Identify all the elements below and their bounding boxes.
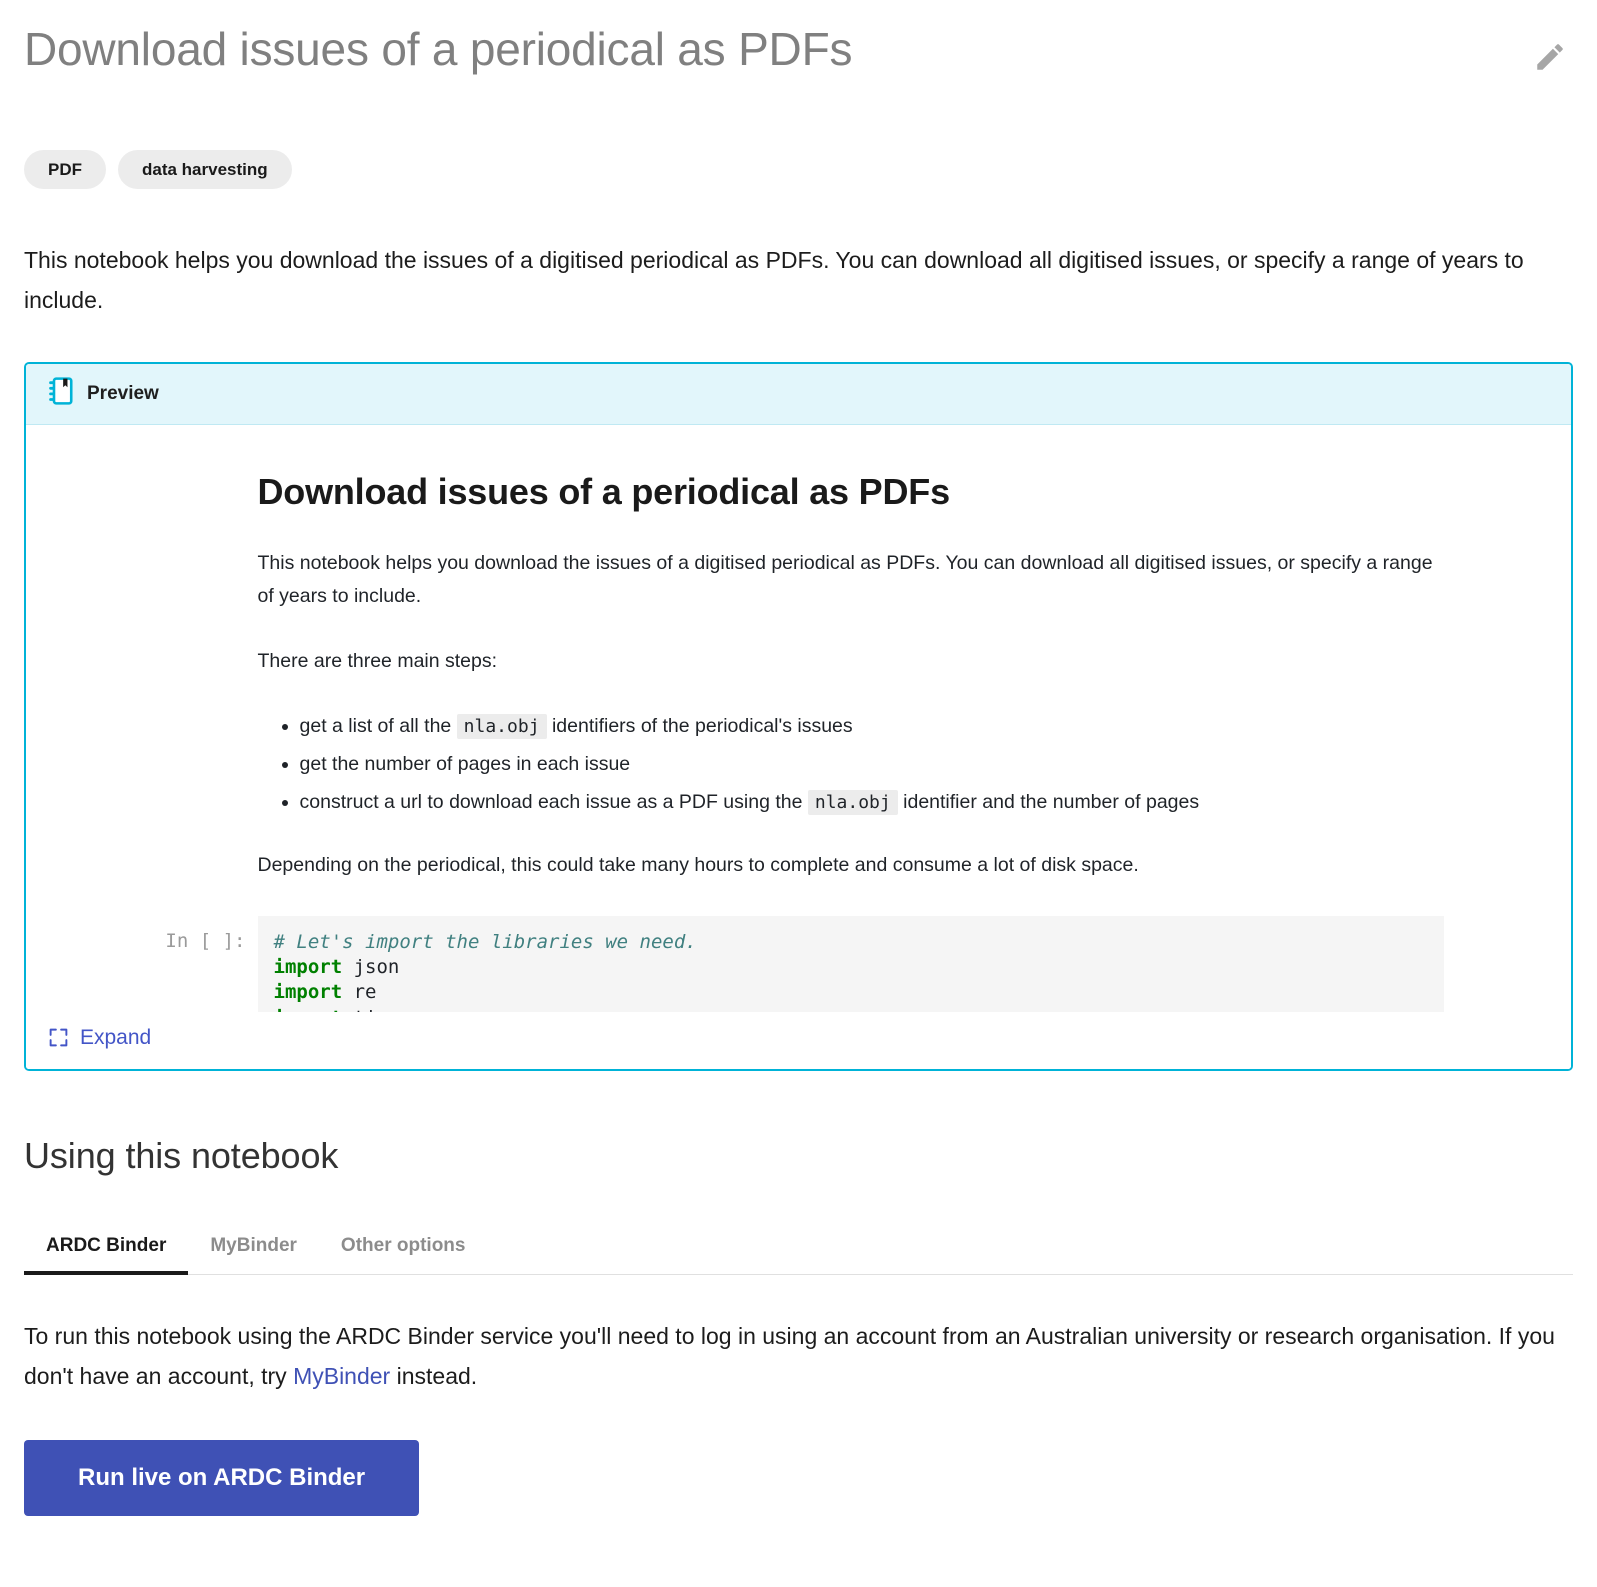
expand-button[interactable]: Expand: [48, 1026, 151, 1050]
notebook-paragraph-1: This notebook helps you download the iss…: [257, 552, 1433, 608]
tag-pdf[interactable]: PDF: [24, 150, 106, 190]
step-text-before: get a list of all the: [299, 714, 457, 737]
expand-label: Expand: [80, 1025, 152, 1049]
preview-header: Preview: [26, 364, 1571, 426]
inline-code: nla.obj: [807, 789, 898, 815]
tag-data-harvesting[interactable]: data harvesting: [118, 150, 292, 190]
section-title-using-notebook: Using this notebook: [24, 1135, 339, 1177]
expand-bar: Expand: [26, 1011, 1571, 1070]
edit-button[interactable]: [1533, 40, 1567, 74]
tab-text-before-link: To run this notebook using the ARDC Bind…: [24, 1323, 1555, 1389]
step-text-before: get the number of pages in each issue: [299, 752, 631, 775]
tag-list: PDF data harvesting: [24, 150, 1573, 190]
pencil-edit-icon: [1533, 40, 1567, 74]
mybinder-link[interactable]: MyBinder: [293, 1363, 390, 1389]
notebook-paragraph-2: There are three main steps:: [257, 649, 498, 672]
step-text-before: construct a url to download each issue a…: [299, 790, 808, 813]
list-item: get the number of pages in each issue: [300, 748, 1444, 781]
tab-text-after-link: instead.: [390, 1362, 478, 1389]
preview-body: Download issues of a periodical as PDFs …: [26, 425, 1571, 1070]
expand-arrows-icon: [48, 1027, 69, 1048]
notebook-steps-list: get a list of all the nla.obj identifier…: [258, 710, 1444, 819]
notebook-content: Download issues of a periodical as PDFs …: [154, 471, 1444, 1070]
list-item: construct a url to download each issue a…: [300, 786, 1444, 819]
step-text-after: identifiers of the periodical's issues: [546, 714, 853, 737]
run-live-on-ardc-binder-button[interactable]: Run live on ARDC Binder: [24, 1440, 420, 1517]
preview-card: Preview Download issues of a periodical …: [24, 362, 1573, 1072]
notebook-icon: [48, 377, 74, 410]
inline-code: nla.obj: [456, 713, 547, 739]
notebook-heading: Download issues of a periodical as PDFs: [257, 471, 951, 513]
step-text-after: identifier and the number of pages: [897, 790, 1200, 813]
page-root: Download issues of a periodical as PDFs …: [0, 0, 1597, 1517]
tab-list: ARDC Binder MyBinder Other options: [24, 1225, 1573, 1276]
code-cell-prompt: In [ ]:: [165, 929, 246, 952]
tab-ardc-binder[interactable]: ARDC Binder: [24, 1225, 189, 1276]
page-title: Download issues of a periodical as PDFs: [24, 23, 853, 75]
notebook-paragraph-3: Depending on the periodical, this could …: [257, 854, 1139, 877]
list-item: get a list of all the nla.obj identifier…: [300, 710, 1444, 743]
tab-panel-text: To run this notebook using the ARDC Bind…: [24, 1317, 1569, 1396]
intro-paragraph: This notebook helps you download the iss…: [24, 247, 1524, 313]
preview-label: Preview: [87, 382, 159, 404]
tab-mybinder[interactable]: MyBinder: [188, 1225, 319, 1275]
tab-other-options[interactable]: Other options: [319, 1225, 488, 1275]
page-header: Download issues of a periodical as PDFs: [24, 0, 1573, 76]
